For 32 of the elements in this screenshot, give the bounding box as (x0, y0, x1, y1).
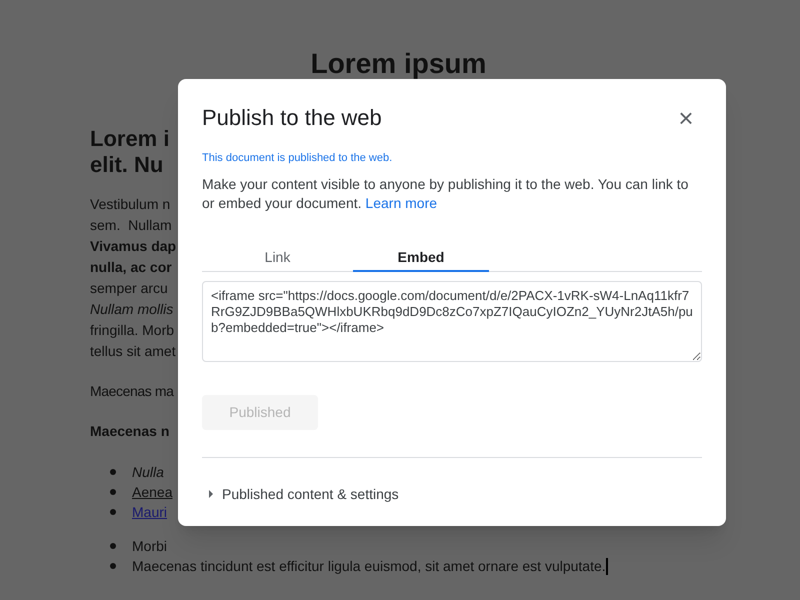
bullet-icon (110, 489, 116, 495)
list-item: Nulla (132, 463, 164, 482)
list-item: Aenea (132, 483, 172, 502)
document-text-line: Maecenas ma (90, 382, 174, 401)
tab[interactable]: Link (202, 244, 353, 272)
document-heading-line: elit. Nu (90, 152, 164, 178)
document-text-line: Maecenas n (90, 422, 170, 441)
document-text-line: semper arcu (90, 279, 168, 298)
document-heading-line: Lorem i (90, 126, 170, 152)
bullet-icon (110, 543, 116, 549)
bullet-icon (110, 509, 116, 515)
document-text-line: Vestibulum n (90, 195, 170, 214)
list-item: Morbi (132, 537, 168, 556)
tab[interactable]: Embed (353, 244, 489, 272)
list-item: Maecenas tincidunt est efficitur ligula euismod, sit amet ornare est vulputate. (132, 557, 606, 576)
dialog-title: Publish to the web (202, 104, 382, 132)
embed-code-field[interactable]: <iframe src="https://docs.google.com/document/d/e/2PACX-1vRK-sW4-LnAq11kfr7RrG9ZJD9BBa5QWHlxbUKRbq9dD9Dc8zCo7xpZ7IQauCyIOZn2_YUyNr2JtA5h/pub?embedded=true"></iframe> (202, 280, 702, 362)
document-text-line: Nullam mollis (90, 300, 174, 319)
published-status: This document is published to the web. (202, 151, 394, 166)
settings-expander[interactable]: Published content & settings (202, 484, 399, 504)
bullet-icon (110, 469, 116, 475)
document-text-line: sem. Nullam (90, 216, 172, 235)
document-text-line: fringilla. Morb (90, 321, 174, 340)
description-text: Make your content visible to anyone by publishing it to the web. You can link to or embed your document. Learn more (202, 174, 690, 212)
close-button[interactable]: × (674, 106, 698, 130)
text-cursor (606, 558, 608, 574)
bullet-icon (110, 563, 116, 569)
caret-icon (208, 490, 214, 498)
document-text-line: Vivamus dap (90, 237, 176, 256)
document-text-line: tellus sit amet (90, 342, 176, 361)
learn-more-link[interactable]: Learn more (365, 194, 438, 210)
document-text-line: nulla, ac cor (90, 258, 172, 277)
